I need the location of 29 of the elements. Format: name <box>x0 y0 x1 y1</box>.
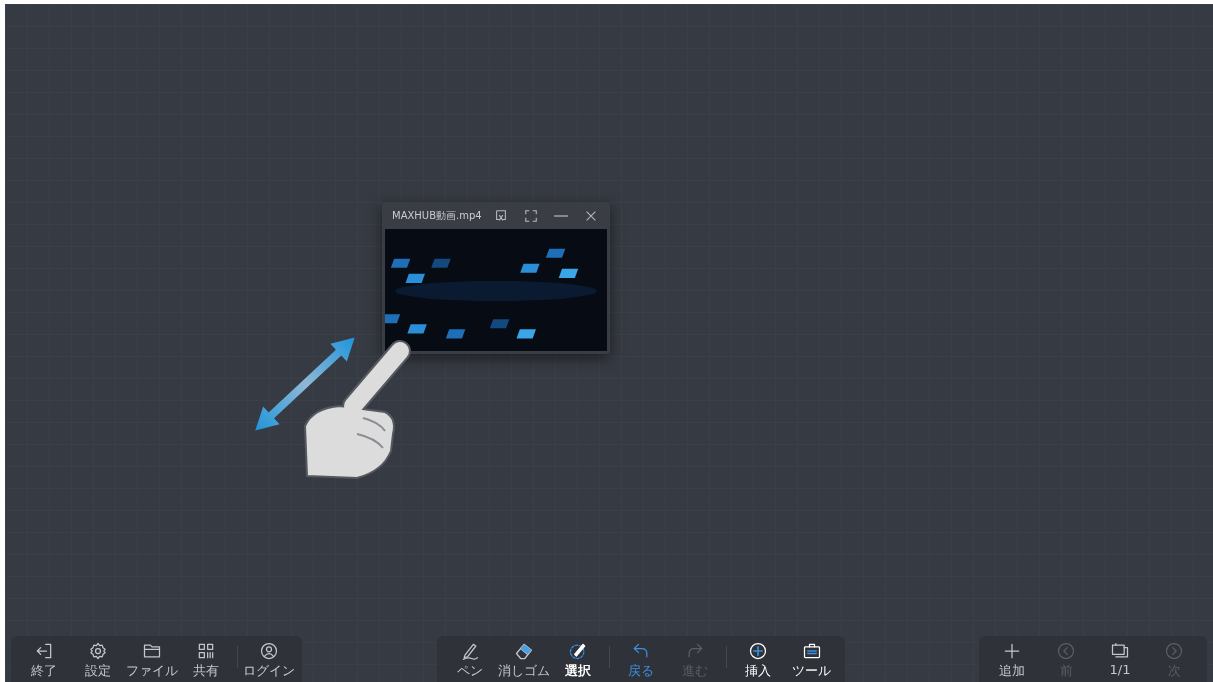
toolbar-button[interactable]: 設定 <box>71 638 125 682</box>
toolbar-button[interactable]: ペン <box>442 638 497 682</box>
toolbar-button[interactable]: ツール <box>784 638 839 682</box>
cast-icon <box>494 208 508 223</box>
toolbar-button[interactable]: 追加 <box>985 638 1039 682</box>
toolbar-button[interactable]: 消しゴム <box>496 638 551 682</box>
plus-icon <box>1002 641 1022 661</box>
window-title: MAXHUB動画.mp4 <box>392 208 483 223</box>
toolbar-button[interactable]: 戻る <box>613 638 668 682</box>
lasso-icon <box>567 641 588 661</box>
exit-icon <box>34 641 54 661</box>
user-icon <box>259 641 279 661</box>
toolbar-button[interactable]: ログイン <box>242 638 296 682</box>
eraser-icon <box>513 641 534 661</box>
double-arrow-icon <box>255 337 355 431</box>
toolbar-button[interactable]: 共有 <box>179 638 233 682</box>
minimize-icon <box>554 214 568 217</box>
toolbar-button[interactable]: 1/1 <box>1093 638 1147 682</box>
settings-icon <box>88 641 108 661</box>
grid-icon <box>196 641 216 661</box>
toolbar-button[interactable]: 挿入 <box>730 638 785 682</box>
briefcase-icon <box>801 641 822 661</box>
toolbar-button[interactable]: 終了 <box>17 638 71 682</box>
previous-icon <box>1056 641 1076 661</box>
toolbar-button[interactable]: 選択 <box>550 638 605 682</box>
next-icon <box>1164 641 1184 661</box>
toolbar-button[interactable]: ファイル <box>125 638 179 682</box>
plus-circle-icon <box>747 641 768 661</box>
fullscreen-icon <box>524 208 538 223</box>
